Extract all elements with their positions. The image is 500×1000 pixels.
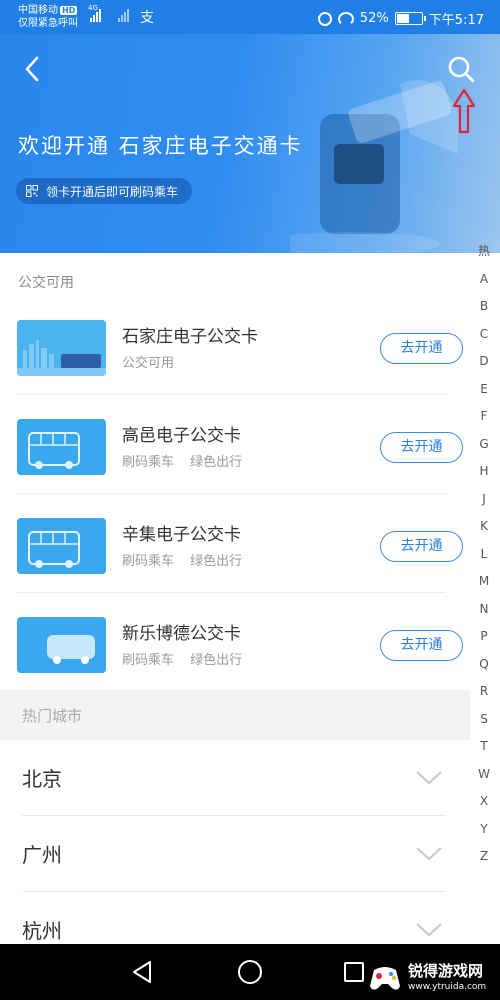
- city-row[interactable]: 广州: [0, 816, 470, 892]
- open-card-button[interactable]: 去开通: [380, 630, 463, 661]
- alphabet-index-letter[interactable]: X: [472, 788, 496, 816]
- card-item[interactable]: 石家庄电子公交卡 公交可用 去开通: [0, 296, 470, 395]
- open-card-button[interactable]: 去开通: [380, 333, 463, 364]
- alphabet-index-letter[interactable]: B: [472, 293, 496, 321]
- alphabet-index[interactable]: 热ABCDEFGHJKLMNPQRSTWXYZ: [472, 238, 496, 871]
- open-card-button[interactable]: 去开通: [380, 432, 463, 463]
- hint-pill: 领卡开通后即可刷码乘车: [16, 178, 193, 204]
- card-thumbnail-bus: [17, 419, 106, 475]
- alphabet-index-letter[interactable]: J: [472, 486, 496, 514]
- emergency-text: 仅限紧急呼叫: [18, 18, 78, 29]
- open-card-button[interactable]: 去开通: [380, 531, 463, 562]
- card-name: 高邑电子公交卡: [122, 426, 241, 446]
- city-name: 广州: [22, 843, 62, 867]
- card-name: 辛集电子公交卡: [122, 525, 241, 545]
- city-name: 杭州: [22, 919, 62, 943]
- card-thumbnail-bus: [17, 617, 106, 673]
- alphabet-index-letter[interactable]: Z: [472, 843, 496, 871]
- alphabet-index-letter[interactable]: P: [472, 623, 496, 651]
- card-reader-illustration: [290, 80, 458, 253]
- status-right: 52% 下午5:17: [317, 9, 484, 28]
- section-label: 公交可用: [18, 275, 74, 291]
- carrier-info: 中国移动 HD 仅限紧急呼叫: [18, 4, 78, 30]
- hd-badge: HD: [60, 6, 78, 15]
- alphabet-index-letter[interactable]: S: [472, 706, 496, 734]
- alphabet-index-letter[interactable]: W: [472, 761, 496, 789]
- card-desc: 刷码乘车 绿色出行: [122, 653, 243, 668]
- card-desc: 刷码乘车 绿色出行: [122, 554, 243, 569]
- app-notification-icon: 支: [140, 10, 154, 26]
- search-icon[interactable]: [444, 52, 478, 86]
- hot-cities-header: 热门城市: [0, 690, 470, 740]
- back-chevron-icon[interactable]: [18, 54, 48, 84]
- signal-icon: [90, 8, 101, 22]
- alphabet-index-letter[interactable]: T: [472, 733, 496, 761]
- alphabet-index-letter[interactable]: N: [472, 596, 496, 624]
- header-banner: 欢迎开通 石家庄电子交通卡 领卡开通后即可刷码乘车: [0, 34, 500, 253]
- signal-icon-secondary: [118, 8, 129, 22]
- alphabet-index-letter[interactable]: 热: [472, 238, 496, 266]
- alphabet-index-letter[interactable]: F: [472, 403, 496, 431]
- gamepad-logo-icon: [370, 967, 400, 990]
- watermark-name: 锐得游戏网: [408, 962, 484, 980]
- red-up-arrow-annotation: [452, 88, 476, 134]
- alphabet-index-letter[interactable]: Q: [472, 651, 496, 679]
- alphabet-index-letter[interactable]: L: [472, 541, 496, 569]
- alphabet-index-letter[interactable]: K: [472, 513, 496, 541]
- card-thumbnail-skyline: [17, 320, 106, 376]
- card-item[interactable]: 新乐博德公交卡 刷码乘车 绿色出行 去开通: [0, 593, 470, 692]
- alphabet-index-letter[interactable]: H: [472, 458, 496, 486]
- card-desc: 刷码乘车 绿色出行: [122, 455, 243, 470]
- alphabet-index-letter[interactable]: E: [472, 376, 496, 404]
- watermark-url: www.ytruida.com: [408, 982, 487, 992]
- status-bar: 中国移动 HD 仅限紧急呼叫 4G 支 52% 下午5:17: [0, 0, 500, 34]
- alphabet-index-letter[interactable]: R: [472, 678, 496, 706]
- speed-icon: [337, 11, 354, 26]
- alphabet-index-letter[interactable]: D: [472, 348, 496, 376]
- qr-code-icon: [26, 185, 38, 197]
- battery-icon: [394, 12, 426, 25]
- alphabet-index-letter[interactable]: G: [472, 431, 496, 459]
- hot-cities-label: 热门城市: [22, 707, 83, 725]
- chevron-down-icon: [416, 847, 442, 861]
- chevron-down-icon: [416, 923, 442, 937]
- watermark: 锐得游戏网 www.ytruida.com: [368, 958, 500, 1000]
- alphabet-index-letter[interactable]: C: [472, 321, 496, 349]
- nav-recent-icon[interactable]: [344, 962, 364, 982]
- card-item[interactable]: 高邑电子公交卡 刷码乘车 绿色出行 去开通: [0, 395, 470, 494]
- card-name: 石家庄电子公交卡: [122, 327, 258, 347]
- chevron-down-icon: [416, 771, 442, 785]
- alphabet-index-letter[interactable]: Y: [472, 816, 496, 844]
- alarm-icon: [317, 11, 332, 26]
- card-desc: 公交可用: [122, 356, 175, 371]
- nav-back-icon[interactable]: [130, 960, 154, 984]
- carrier-name: 中国移动: [18, 5, 58, 16]
- alphabet-index-letter[interactable]: M: [472, 568, 496, 596]
- card-item[interactable]: 辛集电子公交卡 刷码乘车 绿色出行 去开通: [0, 494, 470, 593]
- alphabet-index-letter[interactable]: A: [472, 266, 496, 294]
- city-name: 北京: [22, 767, 62, 791]
- card-thumbnail-bus: [17, 518, 106, 574]
- battery-fill: [396, 14, 409, 23]
- city-row[interactable]: 北京: [0, 740, 470, 816]
- nav-home-icon[interactable]: [238, 960, 262, 984]
- page-title: 欢迎开通 石家庄电子交通卡: [18, 134, 303, 158]
- card-name: 新乐博德公交卡: [122, 624, 241, 644]
- hint-text: 领卡开通后即可刷码乘车: [46, 184, 179, 199]
- clock-time: 下午5:17: [428, 13, 484, 28]
- battery-percent: 52%: [359, 11, 389, 26]
